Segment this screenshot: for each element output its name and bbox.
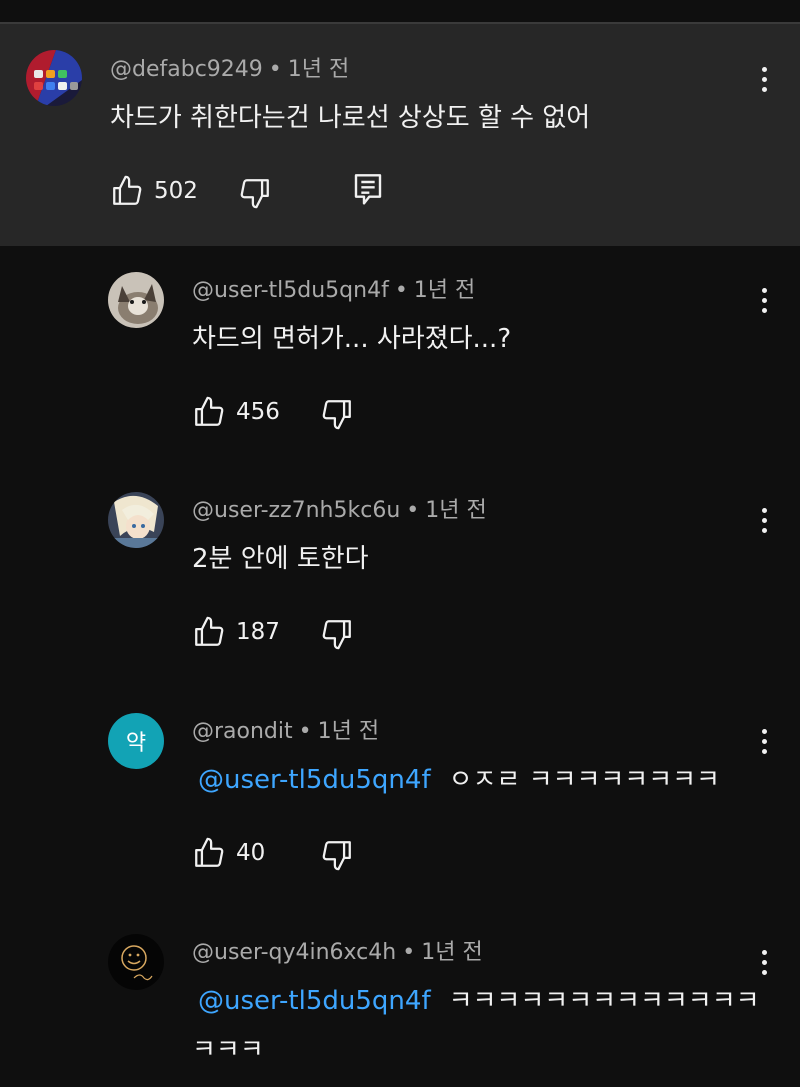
- comment-time: 1년 전: [287, 57, 350, 82]
- thumbs-up-icon: [195, 837, 224, 867]
- like-count: 502: [154, 178, 198, 204]
- avatar-image: [108, 934, 164, 990]
- dislike-button[interactable]: [320, 396, 354, 432]
- comment-meta: @user-tl5du5qn4f • 1년 전: [192, 277, 475, 305]
- meta-separator: •: [406, 498, 420, 523]
- like-button[interactable]: 502: [110, 173, 198, 209]
- comment-text: 차드가 취한다는건 나로선 상상도 할 수 없어: [110, 103, 591, 133]
- like-count: 40: [236, 840, 266, 866]
- thumbs-down-icon: [322, 620, 351, 650]
- avatar-image: [26, 50, 82, 106]
- comment-text: 2분 안에 토한다: [192, 544, 369, 574]
- author-handle[interactable]: @defabc9249: [110, 57, 263, 82]
- thumbs-up-icon: [113, 175, 142, 205]
- comment-meta: @user-zz7nh5kc6u • 1년 전: [192, 497, 487, 525]
- avatar-image: [108, 272, 164, 328]
- meta-separator: •: [268, 57, 282, 82]
- more-vertical-icon[interactable]: [749, 280, 779, 320]
- avatar[interactable]: [108, 492, 164, 548]
- meta-separator: •: [394, 278, 408, 303]
- avatar[interactable]: [26, 50, 82, 106]
- author-handle[interactable]: @user-zz7nh5kc6u: [192, 498, 400, 523]
- thumbs-up-icon: [195, 616, 224, 646]
- comment-meta: @raondit • 1년 전: [192, 718, 379, 746]
- thumbs-down-icon: [322, 400, 351, 430]
- avatar[interactable]: [108, 272, 164, 328]
- like-button[interactable]: 40: [192, 835, 265, 871]
- mention-link[interactable]: @user-tl5du5qn4f: [198, 986, 431, 1016]
- comment-text: @user-tl5du5qn4f ㅋㅋㅋㅋㅋㅋㅋㅋㅋㅋㅋㅋㅋ: [198, 984, 760, 1018]
- meta-separator: •: [402, 940, 416, 965]
- dislike-button[interactable]: [320, 837, 354, 873]
- comment-time: 1년 전: [425, 498, 487, 523]
- comment-time: 1년 전: [317, 719, 380, 744]
- more-vertical-icon[interactable]: [749, 59, 779, 99]
- more-vertical-icon[interactable]: [749, 721, 779, 761]
- comment-text: @user-tl5du5qn4f ㅇㅈㄹ ㅋㅋㅋㅋㅋㅋㅋㅋ: [198, 763, 720, 797]
- author-handle[interactable]: @user-qy4in6xc4h: [192, 940, 396, 965]
- dislike-button[interactable]: [320, 616, 354, 652]
- like-count: 187: [236, 619, 280, 645]
- reply-button[interactable]: [352, 172, 384, 208]
- thumbs-up-icon: [195, 396, 224, 426]
- comment-text: 차드의 면허가... 사라졌다...?: [192, 324, 512, 354]
- like-count: 456: [236, 399, 280, 425]
- comment-text-continued: ㅋㅋㅋ: [192, 1035, 264, 1065]
- like-button[interactable]: 187: [192, 614, 280, 650]
- thumbs-down-icon: [322, 841, 351, 871]
- avatar[interactable]: [108, 934, 164, 990]
- dislike-button[interactable]: [238, 175, 272, 211]
- like-button[interactable]: 456: [192, 394, 280, 430]
- avatar-image: [108, 492, 164, 548]
- comment-reply-icon: [354, 174, 382, 205]
- author-handle[interactable]: @raondit: [192, 719, 293, 744]
- more-vertical-icon[interactable]: [749, 500, 779, 540]
- comment-meta: @defabc9249 • 1년 전: [110, 56, 349, 84]
- mention-link[interactable]: @user-tl5du5qn4f: [198, 765, 431, 795]
- more-vertical-icon[interactable]: [749, 942, 779, 982]
- meta-separator: •: [298, 719, 312, 744]
- comment-time: 1년 전: [421, 940, 483, 965]
- top-strip: [0, 0, 800, 22]
- comment-time: 1년 전: [413, 278, 476, 303]
- comment-text-body: ㅋㅋㅋㅋㅋㅋㅋㅋㅋㅋㅋㅋㅋ: [448, 986, 760, 1016]
- avatar[interactable]: 약: [108, 713, 164, 769]
- avatar-letter: 약: [125, 731, 147, 756]
- thumbs-down-icon: [240, 179, 269, 209]
- author-handle[interactable]: @user-tl5du5qn4f: [192, 278, 389, 303]
- comment-text-body: ㅇㅈㄹ ㅋㅋㅋㅋㅋㅋㅋㅋ: [448, 765, 720, 795]
- comment-meta: @user-qy4in6xc4h • 1년 전: [192, 939, 483, 967]
